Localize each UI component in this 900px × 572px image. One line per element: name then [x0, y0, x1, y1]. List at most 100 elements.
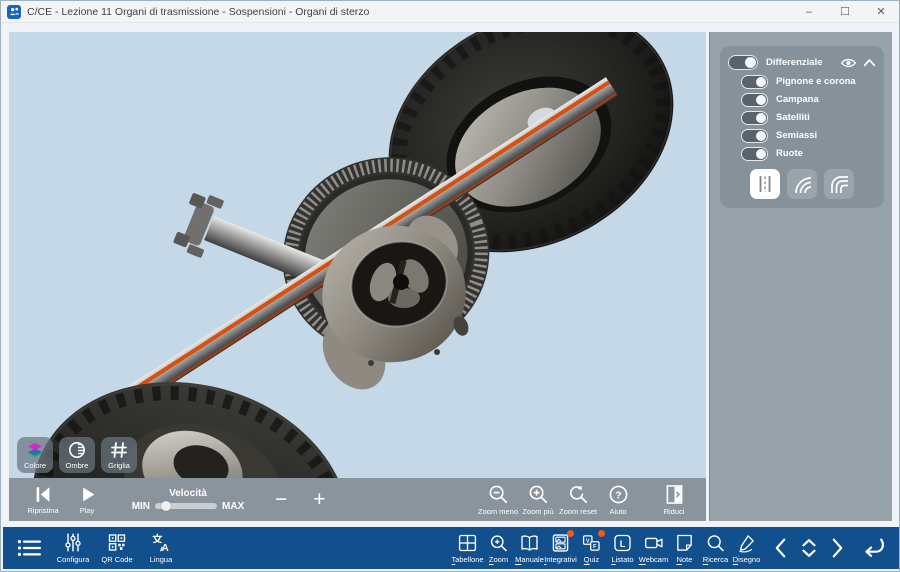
return-arrow-button[interactable] [859, 536, 885, 560]
minimize-button[interactable]: – [791, 1, 827, 22]
panel-item-row: Pignone e corona [728, 75, 876, 89]
ombre-button[interactable]: Ombre [59, 437, 95, 473]
speed-title: Velocità [169, 488, 207, 499]
speed-min-label: MIN [132, 501, 150, 512]
panel-item-row: Semiassi [728, 129, 876, 143]
grid-icon [109, 440, 129, 460]
play-icon [78, 485, 97, 504]
main-toolbar: Configura QR Code [3, 527, 899, 569]
toggle-ruote[interactable] [741, 147, 768, 161]
integrativi-button[interactable]: Integrativi [545, 533, 576, 564]
search-icon [705, 533, 726, 553]
differential-layers-panel: Differenziale Pignone e corona Campan [720, 46, 884, 208]
reduce-button[interactable]: Riduci [654, 484, 694, 516]
svg-text:F: F [593, 544, 597, 550]
griglia-label: Griglia [108, 461, 130, 470]
axle-differential-3d-model [9, 32, 706, 478]
ombre-label: Ombre [66, 461, 89, 470]
collapse-panel-icon [665, 484, 684, 505]
zoom-tool-button[interactable]: Zoom [483, 533, 514, 564]
open-book-icon [519, 533, 540, 553]
panel-item-row: Campana [728, 93, 876, 107]
translate-language-icon: A [151, 532, 172, 553]
disegno-button[interactable]: Disegno [731, 533, 762, 564]
pen-drawing-icon [736, 533, 757, 553]
lingua-button[interactable]: A Lingua [143, 532, 179, 564]
next-chevron-button[interactable] [829, 536, 846, 560]
window-title: C/CE - Lezione 11 Organi di trasmissione… [27, 6, 369, 18]
manuale-button[interactable]: Manuale [514, 533, 545, 564]
list-menu-icon [16, 538, 42, 558]
notification-dot [598, 530, 605, 537]
title-bar: C/CE - Lezione 11 Organi di trasmissione… [1, 1, 899, 23]
magnifier-plus-icon [488, 533, 509, 553]
svg-text:A: A [161, 543, 168, 553]
griglia-button[interactable]: Griglia [101, 437, 137, 473]
app-logo-icon [7, 5, 21, 19]
sliders-icon [63, 532, 83, 553]
layers-color-icon [25, 440, 45, 460]
scene-3d-viewport[interactable]: Colore Ombre [9, 32, 706, 478]
sharp-curve-road-icon [829, 174, 849, 194]
notification-dot [567, 530, 574, 537]
ricerca-button[interactable]: Ricerca [700, 533, 731, 564]
configura-button[interactable]: Configura [55, 532, 91, 564]
colore-button[interactable]: Colore [17, 437, 53, 473]
road-wide-curve-button[interactable] [787, 169, 817, 199]
help-icon: ? [608, 484, 629, 505]
webcam-button[interactable]: Webcam [638, 533, 669, 564]
playback-control-bar: Ripristina Play Velocità MIN MAX − + [9, 478, 706, 521]
differenziale-label: Differenziale [766, 57, 823, 68]
right-sidebar: Differenziale Pignone e corona Campan [709, 32, 892, 521]
speed-slider-knob[interactable] [161, 501, 171, 511]
road-straight-button[interactable] [750, 169, 780, 199]
ripristina-button[interactable]: Ripristina [21, 485, 65, 515]
toggle-satelliti[interactable] [741, 111, 768, 125]
svg-text:V: V [586, 538, 590, 544]
up-down-chevrons-button[interactable] [798, 536, 820, 560]
zoom-reset-icon [568, 484, 589, 505]
colore-label: Colore [24, 461, 46, 470]
play-button[interactable]: Play [65, 485, 109, 515]
quiz-button[interactable]: V F Quiz [576, 533, 607, 564]
listing-icon: L [612, 533, 633, 553]
app-window: C/CE - Lezione 11 Organi di trasmissione… [0, 0, 900, 572]
panel-item-row: Ruote [728, 147, 876, 161]
svg-text:L: L [620, 538, 626, 548]
wide-curve-road-icon [792, 174, 812, 194]
toggle-campana[interactable] [741, 93, 768, 107]
zoom-reset-button[interactable]: Zoom reset [558, 484, 598, 516]
skip-to-start-icon [33, 485, 53, 504]
maximize-button[interactable]: ☐ [827, 1, 863, 22]
zoom-in-button[interactable]: Zoom più [518, 484, 558, 516]
zoom-in-icon [528, 484, 549, 505]
speed-decrease-button[interactable]: − [275, 489, 287, 510]
eye-icon[interactable] [840, 57, 857, 69]
menu-list-button[interactable] [11, 538, 47, 558]
speed-control: Velocità MIN MAX [119, 488, 257, 512]
road-sharp-curve-button[interactable] [824, 169, 854, 199]
listato-button[interactable]: L Listato [607, 533, 638, 564]
speed-increase-button[interactable]: + [313, 489, 325, 510]
qr-code-button[interactable]: QR Code [99, 532, 135, 564]
speed-max-label: MAX [222, 501, 244, 512]
toggle-semiassi[interactable] [741, 129, 768, 143]
toggle-pignone-e-corona[interactable] [741, 75, 768, 89]
qr-code-icon [107, 532, 127, 553]
svg-text:?: ? [615, 489, 621, 501]
collapse-chevron-up-icon[interactable] [863, 58, 876, 67]
tabellone-button[interactable]: Tabellone [452, 533, 483, 564]
zoom-out-button[interactable]: Zoom meno [478, 484, 518, 516]
road-mode-buttons [728, 169, 876, 199]
shadows-icon [67, 440, 87, 460]
video-camera-icon [643, 533, 665, 553]
note-button[interactable]: Note [669, 533, 700, 564]
help-button[interactable]: ? Aiuto [598, 484, 638, 516]
toggle-differenziale[interactable] [728, 55, 758, 70]
close-button[interactable]: ✕ [863, 1, 899, 22]
straight-road-icon [755, 174, 775, 194]
speed-slider[interactable] [155, 503, 217, 509]
previous-chevron-button[interactable] [772, 536, 789, 560]
panel-header-row: Differenziale [728, 55, 876, 70]
panel-item-row: Satelliti [728, 111, 876, 125]
